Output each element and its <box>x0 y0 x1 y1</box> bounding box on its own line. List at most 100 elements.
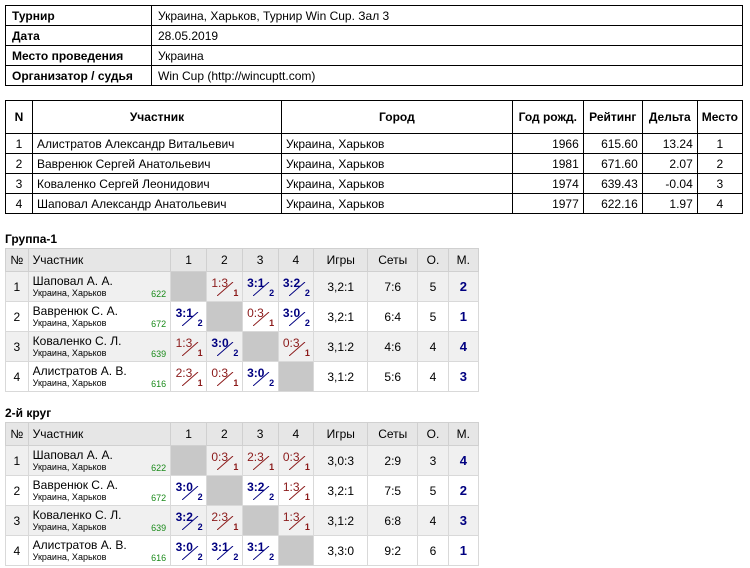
cell-n: 2 <box>5 475 29 506</box>
match-points: 2 <box>197 522 203 532</box>
cell-city: Украина, Харьков <box>281 133 513 154</box>
cell-participant: Алистратов А. В. Украина, Харьков 616 <box>27 535 172 566</box>
cell-self <box>170 271 207 302</box>
cell-games: 3,1:2 <box>313 331 369 362</box>
player-name[interactable]: Вавренюк С. А. <box>33 304 171 318</box>
cell-year: 1977 <box>511 193 584 214</box>
match-score[interactable]: 1:3 1 <box>174 332 204 358</box>
match-score[interactable]: 3:2 2 <box>245 476 275 502</box>
cell-result: 3:1 2 <box>241 535 279 566</box>
table-row: 4 Алистратов А. В. Украина, Харьков 616 3:0 2… <box>5 535 480 566</box>
match-score[interactable]: 3:2 2 <box>174 506 204 532</box>
cell-place: 4 <box>696 193 744 214</box>
cell-sets: 4:6 <box>367 331 419 362</box>
player-city: Украина, Харьков <box>32 491 107 502</box>
cell-result: 1:3 1 <box>277 475 315 506</box>
cell-result: 0:3 1 <box>241 301 279 332</box>
cell-participant: Алистратов А. В. Украина, Харьков 616 <box>27 361 172 392</box>
info-value: Украина, Харьков, Турнир Win Cup. Зал 3 <box>151 5 743 26</box>
col-header-4: 4 <box>277 248 315 272</box>
match-score[interactable]: 3:1 2 <box>245 272 275 298</box>
place-value: 4 <box>459 339 467 354</box>
cell-self <box>170 445 207 476</box>
match-score[interactable]: 0:3 1 <box>245 302 275 328</box>
col-header-3: 3 <box>241 422 279 446</box>
cell-games: 3,2:1 <box>313 271 369 302</box>
col-header-delta: Дельта <box>641 100 698 134</box>
cell-result: 3:1 2 <box>170 301 207 332</box>
match-score[interactable]: 3:2 2 <box>281 272 311 298</box>
cell-rating: 622.16 <box>582 193 643 214</box>
match-points: 2 <box>304 318 310 328</box>
match-score[interactable]: 3:0 2 <box>281 302 311 328</box>
match-score[interactable]: 3:0 2 <box>245 362 275 388</box>
match-points: 1 <box>304 462 310 472</box>
cell-n: 4 <box>5 193 33 214</box>
match-points: 1 <box>304 492 310 502</box>
match-score[interactable]: 0:3 1 <box>209 446 239 472</box>
match-points: 1 <box>269 318 275 328</box>
player-city: Украина, Харьков <box>32 461 107 472</box>
cell-rating: 671.60 <box>582 153 643 174</box>
cell-year: 1981 <box>511 153 584 174</box>
match-points: 1 <box>233 522 239 532</box>
cell-participant: Коваленко С. Л. Украина, Харьков 639 <box>27 505 172 536</box>
match-score[interactable]: 2:3 1 <box>174 362 204 388</box>
col-header-3: 3 <box>241 248 279 272</box>
cell-city: Украина, Харьков <box>281 193 513 214</box>
table-row: 2 Вавренюк Сергей Анатольевич Украина, Хар… <box>5 153 744 174</box>
match-points: 2 <box>269 492 275 502</box>
match-score[interactable]: 1:3 1 <box>209 272 239 298</box>
match-score[interactable]: 0:3 1 <box>281 332 311 358</box>
match-score[interactable]: 1:3 1 <box>281 476 311 502</box>
match-score[interactable]: 0:3 1 <box>209 362 239 388</box>
match-score[interactable]: 3:0 2 <box>174 536 204 562</box>
info-row-venue: Место проведения Украина <box>5 45 743 66</box>
player-name[interactable]: Коваленко С. Л. <box>33 334 171 348</box>
table-row: 2 Вавренюк С. А. Украина, Харьков 672 3:1 2 0:… <box>5 301 480 332</box>
match-score[interactable]: 3:1 2 <box>209 536 239 562</box>
group-body: 1 Шаповал А. А. Украина, Харьков 622 0:3 1 2:3… <box>5 445 480 566</box>
player-rating: 672 <box>151 319 167 329</box>
cell-n: 1 <box>5 133 33 154</box>
match-score[interactable]: 2:3 1 <box>245 446 275 472</box>
cell-place: 3 <box>696 173 744 194</box>
participants-body: 1 Алистратов Александр Витальевич Украина,… <box>5 133 744 214</box>
match-score[interactable]: 0:3 1 <box>281 446 311 472</box>
cell-result: 1:3 1 <box>205 271 243 302</box>
info-value: Украина <box>151 45 743 66</box>
match-points: 2 <box>269 288 275 298</box>
match-score[interactable]: 3:0 2 <box>209 332 239 358</box>
player-name[interactable]: Шаповал А. А. <box>33 448 171 462</box>
info-row-date: Дата 28.05.2019 <box>5 25 743 46</box>
cell-city: Украина, Харьков <box>281 153 513 174</box>
match-score[interactable]: 2:3 1 <box>209 506 239 532</box>
cell-result: 3:2 2 <box>170 505 207 536</box>
match-score[interactable]: 3:0 2 <box>174 476 204 502</box>
player-name[interactable]: Алистратов А. В. <box>33 364 171 378</box>
player-name[interactable]: Шаповал А. А. <box>33 274 171 288</box>
col-header-participant: Участник <box>27 248 172 272</box>
match-score[interactable]: 3:1 2 <box>174 302 204 328</box>
cell-result: 3:2 2 <box>277 271 315 302</box>
col-header-participant: Участник <box>32 100 282 134</box>
player-name[interactable]: Вавренюк С. А. <box>33 478 171 492</box>
cell-place: 2 <box>447 475 480 506</box>
participants-table: N Участник Город Год рожд. Рейтинг Дельт… <box>5 100 744 214</box>
cell-self <box>277 535 315 566</box>
cell-place: 3 <box>447 505 480 536</box>
player-name[interactable]: Коваленко С. Л. <box>33 508 171 522</box>
info-row-tournament: Турнир Украина, Харьков, Турнир Win Cup. … <box>5 5 743 26</box>
group-2-table: № Участник 1 2 3 4 Игры Сеты О. М. 1 Шапо… <box>5 422 480 566</box>
cell-participant: Коваленко С. Л. Украина, Харьков 639 <box>27 331 172 362</box>
col-header-sets: Сеты <box>367 422 419 446</box>
match-points: 2 <box>233 552 239 562</box>
table-row: 2 Вавренюк С. А. Украина, Харьков 672 3:0 2 3:… <box>5 475 480 506</box>
match-score[interactable]: 1:3 1 <box>281 506 311 532</box>
match-points: 2 <box>197 318 203 328</box>
match-points: 1 <box>233 462 239 472</box>
cell-result: 3:2 2 <box>241 475 279 506</box>
table-row: 1 Шаповал А. А. Украина, Харьков 622 1:3 1 3:1… <box>5 271 480 302</box>
player-name[interactable]: Алистратов А. В. <box>33 538 171 552</box>
match-score[interactable]: 3:1 2 <box>245 536 275 562</box>
